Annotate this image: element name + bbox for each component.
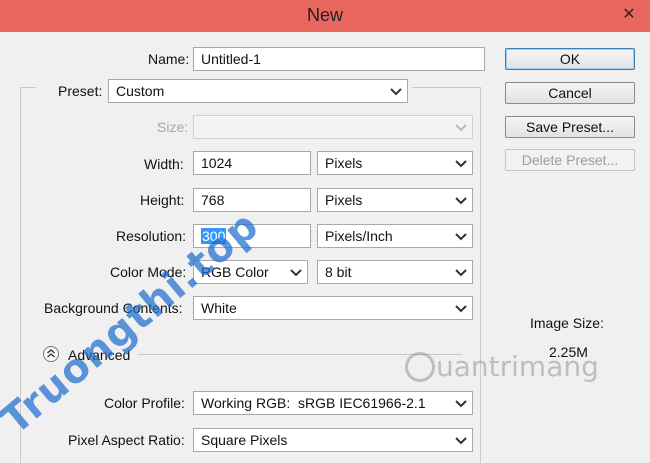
resolution-label: Resolution:: [116, 228, 187, 244]
height-field[interactable]: 768: [193, 188, 311, 212]
width-unit-value: Pixels: [325, 155, 363, 171]
preset-label: Preset:: [58, 83, 103, 99]
height-unit-value: Pixels: [325, 192, 363, 208]
title-bar: New ✕: [0, 0, 650, 32]
resolution-unit-value: Pixels/Inch: [325, 228, 393, 244]
width-unit-select[interactable]: Pixels: [317, 151, 473, 175]
background-value: White: [201, 300, 237, 316]
chevron-down-icon: [455, 124, 467, 132]
bit-depth-value: 8 bit: [325, 264, 352, 280]
window-title: New: [306, 5, 343, 25]
chevron-down-icon: [455, 305, 467, 313]
size-label: Size:: [157, 119, 189, 135]
chevron-down-icon: [455, 160, 467, 168]
pixel-aspect-label: Pixel Aspect Ratio:: [68, 432, 185, 448]
color-profile-select[interactable]: Working RGB: sRGB IEC61966-2.1: [193, 391, 473, 415]
background-select[interactable]: White: [193, 296, 473, 320]
image-size-label: Image Size:: [530, 315, 604, 331]
chevron-down-icon: [290, 269, 302, 277]
lightbulb-icon: [405, 352, 435, 382]
width-label: Width:: [144, 156, 184, 172]
width-field[interactable]: 1024: [193, 151, 311, 175]
name-field[interactable]: Untitled-1: [193, 47, 485, 71]
chevron-down-icon: [455, 400, 467, 408]
preset-select[interactable]: Custom: [108, 79, 408, 103]
group-top-line: [20, 87, 36, 88]
color-profile-value: Working RGB: sRGB IEC61966-2.1: [201, 395, 426, 411]
color-profile-label: Color Profile:: [104, 395, 185, 411]
height-label: Height:: [140, 192, 185, 208]
chevron-down-icon: [455, 269, 467, 277]
group-right-line: [480, 87, 481, 463]
cancel-button[interactable]: Cancel: [505, 82, 635, 104]
bit-depth-select[interactable]: 8 bit: [317, 260, 473, 284]
resolution-unit-select[interactable]: Pixels/Inch: [317, 224, 473, 248]
watermark-right: uantrimang: [436, 350, 599, 383]
pixel-aspect-select[interactable]: Square Pixels: [193, 428, 473, 452]
chevron-down-icon: [455, 233, 467, 241]
size-select: [193, 115, 473, 139]
name-label: Name:: [148, 51, 190, 67]
close-icon[interactable]: ✕: [616, 2, 642, 28]
chevron-down-icon: [455, 437, 467, 445]
preset-value: Custom: [116, 83, 165, 99]
height-unit-select[interactable]: Pixels: [317, 188, 473, 212]
delete-preset-button: Delete Preset...: [505, 149, 635, 171]
ok-button[interactable]: OK: [505, 48, 635, 70]
group-top-line-right: [412, 87, 480, 88]
pixel-aspect-value: Square Pixels: [201, 432, 288, 448]
chevron-down-icon: [390, 88, 402, 96]
save-preset-button[interactable]: Save Preset...: [505, 116, 635, 138]
chevron-down-icon: [455, 197, 467, 205]
